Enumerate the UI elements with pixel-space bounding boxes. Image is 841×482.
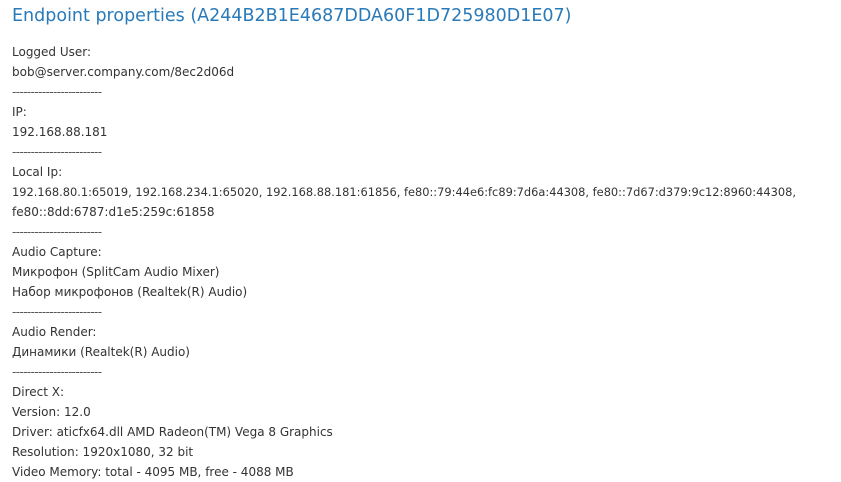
logged-user-value: bob@server.company.com/8ec2d06d xyxy=(12,65,235,79)
ip-value: 192.168.88.181 xyxy=(12,125,108,139)
logged-user-section: Logged User: bob@server.company.com/8ec2… xyxy=(12,42,829,102)
audio-capture-device: Микрофон (SplitCam Audio Mixer) xyxy=(12,265,220,279)
page-title: Endpoint properties (A244B2B1E4687DDA60F… xyxy=(12,6,572,26)
direct-x-section: Direct X: Version: 12.0 Driver: aticfx64… xyxy=(12,382,829,482)
separator: ------------------------ xyxy=(12,305,102,319)
separator: ------------------------ xyxy=(12,365,102,379)
audio-render-label: Audio Render: xyxy=(12,325,97,339)
local-ip-value-line: 192.168.80.1:65019, 192.168.234.1:65020,… xyxy=(12,185,797,199)
audio-render-device: Динамики (Realtek(R) Audio) xyxy=(12,345,190,359)
ip-section: IP: 192.168.88.181 ---------------------… xyxy=(12,102,829,162)
direct-x-label: Direct X: xyxy=(12,385,65,399)
separator: ------------------------ xyxy=(12,85,102,99)
separator: ------------------------ xyxy=(12,225,102,239)
direct-x-version: Version: 12.0 xyxy=(12,405,91,419)
properties-list: Logged User: bob@server.company.com/8ec2… xyxy=(12,42,829,482)
separator: ------------------------ xyxy=(12,145,102,159)
audio-render-section: Audio Render: Динамики (Realtek(R) Audio… xyxy=(12,322,829,382)
local-ip-value-line: fe80::8dd:6787:d1e5:259c:61858 xyxy=(12,205,215,219)
local-ip-label: Local Ip: xyxy=(12,165,63,179)
direct-x-driver: Driver: aticfx64.dll AMD Radeon(TM) Vega… xyxy=(12,425,333,439)
audio-capture-label: Audio Capture: xyxy=(12,245,102,259)
direct-x-video-memory: Video Memory: total - 4095 MB, free - 40… xyxy=(12,465,294,479)
direct-x-resolution: Resolution: 1920x1080, 32 bit xyxy=(12,445,194,459)
logged-user-label: Logged User: xyxy=(12,45,92,59)
local-ip-section: Local Ip: 192.168.80.1:65019, 192.168.23… xyxy=(12,162,829,242)
audio-capture-device: Набор микрофонов (Realtek(R) Audio) xyxy=(12,285,248,299)
ip-label: IP: xyxy=(12,105,27,119)
endpoint-properties-panel: Endpoint properties (A244B2B1E4687DDA60F… xyxy=(0,0,841,482)
audio-capture-section: Audio Capture: Микрофон (SplitCam Audio … xyxy=(12,242,829,322)
